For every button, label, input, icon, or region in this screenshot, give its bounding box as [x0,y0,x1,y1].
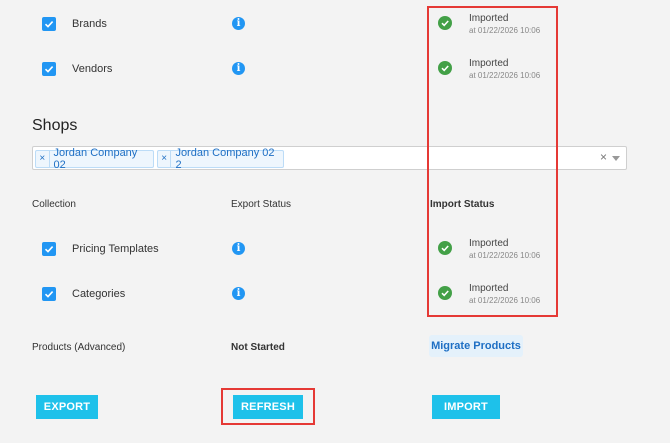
shops-title: Shops [32,117,78,134]
import-status-highlight [427,6,558,317]
migrate-products-button[interactable]: Migrate Products [429,335,523,357]
check-icon [44,66,54,73]
check-icon [44,291,54,298]
import-button[interactable]: IMPORT [432,395,500,419]
clear-icon[interactable]: × [600,150,607,164]
chip-remove-icon[interactable]: × [36,151,50,167]
export-button[interactable]: EXPORT [36,395,98,419]
chip-label: Jordan Company 02 2 [175,147,275,171]
check-icon [44,246,54,253]
info-icon[interactable]: i [232,242,245,255]
shop-chip: × Jordan Company 02 [35,147,154,171]
info-icon[interactable]: i [232,287,245,300]
vendors-checkbox[interactable] [42,62,56,76]
row-label-categories: Categories [72,288,126,300]
brands-checkbox[interactable] [42,17,56,31]
chip-label: Jordan Company 02 [53,147,138,171]
row-label-brands: Brands [72,18,107,30]
info-icon[interactable]: i [232,17,245,30]
row-label-products-advanced: Products (Advanced) [32,342,126,353]
check-icon [44,21,54,28]
pricing-templates-checkbox[interactable] [42,242,56,256]
export-status-not-started: Not Started [231,342,285,353]
refresh-button-highlight [221,388,315,425]
chip-remove-icon[interactable]: × [158,151,172,167]
row-label-vendors: Vendors [72,63,113,75]
chevron-down-icon[interactable] [612,156,620,161]
row-label-pricing-templates: Pricing Templates [72,243,159,255]
info-icon[interactable]: i [232,62,245,75]
column-header-collection: Collection [32,199,76,210]
shop-chip: × Jordan Company 02 2 [157,147,284,171]
categories-checkbox[interactable] [42,287,56,301]
column-header-export-status: Export Status [231,199,292,210]
